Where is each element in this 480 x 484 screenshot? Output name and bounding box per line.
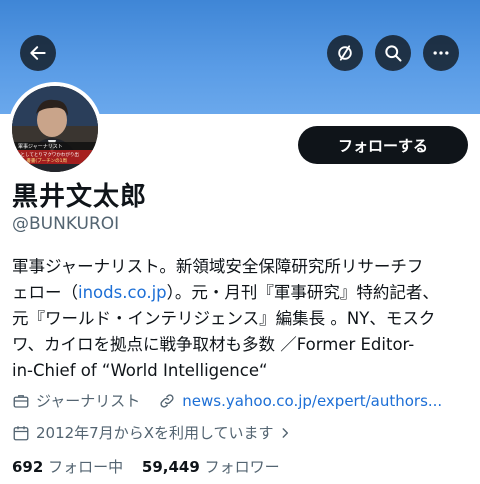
search-icon [385,45,402,62]
follow-button[interactable]: フォローする [298,126,468,164]
chevron-right-icon [282,427,288,438]
bio-link[interactable]: inods.co.jp [78,283,167,302]
profile-meta-row: ジャーナリスト news.yahoo.co.jp/expert/authors.… [12,390,442,411]
link-icon [160,393,174,408]
avatar-caption-2: ンとしてとりマクワかわがり出 [16,151,79,158]
following-label: フォロー中 [48,458,124,476]
avatar[interactable]: 軍事ジャーナリスト ンとしてとりマクワかわがり出 ある 書書(プーチンの1周 [8,82,102,176]
avatar-caption-3: ある 書書(プーチンの1周 [16,157,67,164]
back-button[interactable] [20,35,56,71]
following-count: 692 [12,458,44,476]
website-link[interactable]: news.yahoo.co.jp/expert/authors... [182,392,442,410]
followers-label: フォロワー [204,458,280,476]
avatar-image: 軍事ジャーナリスト ンとしてとりマクワかわがり出 ある 書書(プーチンの1周 [12,86,98,172]
bio-text: ェロー（ [12,283,78,302]
display-name: 黒井文太郎 [12,182,148,212]
username-handle: @BUNKUROI [12,214,120,234]
following-link[interactable]: 692 フォロー中 [12,458,123,476]
more-button[interactable] [423,35,459,71]
mute-slash-icon [338,45,352,61]
bio-line-1: 軍事ジャーナリスト。新領域安全保障研究所リサーチフ [12,257,424,276]
bio-line-3: 元『ワールド・インテリジェンス』編集長 。NY、モスク [12,309,436,328]
follow-stats: 692 フォロー中 59,449 フォロワー [12,456,280,477]
calendar-icon [13,425,29,440]
profile-category: ジャーナリスト [36,392,141,410]
briefcase-icon [13,394,29,408]
bio-line-4: ワ、カイロを拠点に戦争取材も多数 ／Former Editor- [12,335,415,354]
profile-bio: 軍事ジャーナリスト。新領域安全保障研究所リサーチフ ェロー（inods.co.j… [12,254,474,384]
bio-line-2: ェロー（inods.co.jp）。元・月刊『軍事研究』特約記者、 [12,280,474,306]
mute-button[interactable] [327,35,363,71]
back-arrow-icon [30,46,46,60]
followers-link[interactable]: 59,449 フォロワー [142,458,280,476]
search-button[interactable] [375,35,411,71]
avatar-caption-1: 軍事ジャーナリスト [18,143,63,150]
more-dots-icon [433,51,449,55]
bio-line-5: in-Chief of “World Intelligence“ [12,361,268,380]
bio-text: ）。元・月刊『軍事研究』特約記者、 [166,283,439,302]
followers-count: 59,449 [141,458,200,476]
joined-date: 2012年7月からXを利用しています [36,424,274,442]
joined-row[interactable]: 2012年7月からXを利用しています [12,422,298,443]
